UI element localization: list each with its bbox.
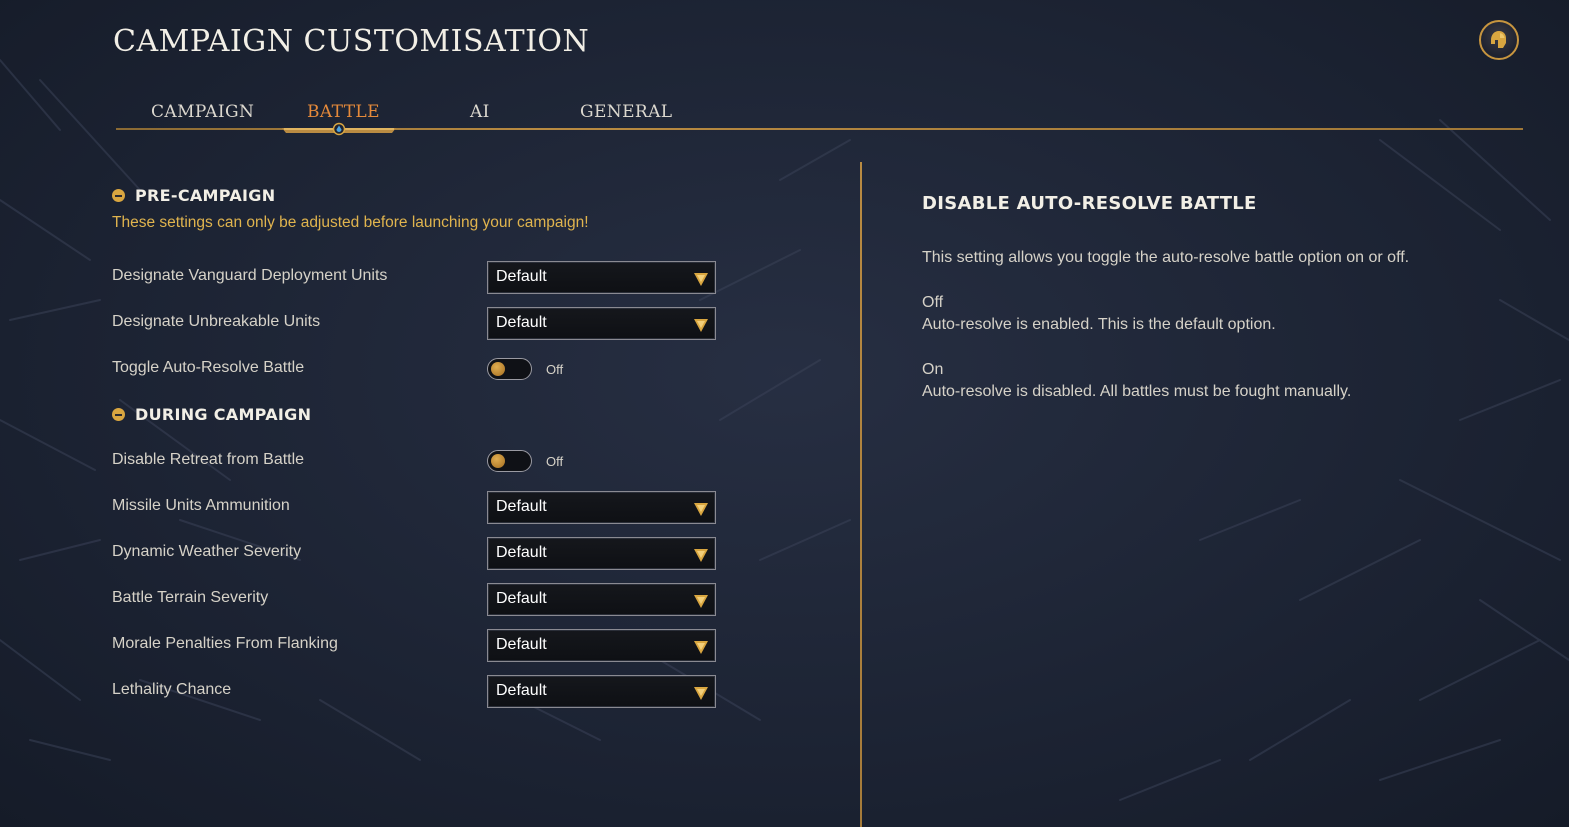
toggle-state: Off [546, 362, 564, 377]
toggle-state: Off [546, 454, 564, 469]
info-panel-title: Disable Auto-Resolve Battle [922, 193, 1257, 214]
setting-label: Battle Terrain Severity [112, 589, 269, 606]
chevron-down-icon [694, 319, 708, 332]
chevron-down-icon [694, 503, 708, 516]
dropdown-value: Default [496, 544, 547, 561]
dropdown-value: Default [496, 636, 547, 653]
section-title: Pre-Campaign [135, 186, 276, 205]
info-option-name: On [922, 361, 944, 378]
tab-ai[interactable]: AI [470, 102, 490, 122]
tab-campaign[interactable]: Campaign [151, 102, 254, 122]
chevron-down-icon [694, 273, 708, 286]
missile-ammunition-dropdown[interactable]: Default [487, 491, 716, 524]
collapse-icon [112, 408, 125, 421]
info-option-text: Auto-resolve is enabled. This is the def… [922, 316, 1276, 333]
setting-label: Toggle Auto-Resolve Battle [112, 359, 305, 376]
dropdown-value: Default [496, 682, 547, 699]
dropdown-value: Default [496, 268, 547, 285]
chevron-down-icon [694, 687, 708, 700]
disable-retreat-toggle[interactable] [487, 450, 532, 472]
info-panel-description: This setting allows you toggle the auto-… [922, 249, 1410, 266]
dropdown-value: Default [496, 314, 547, 331]
page-title: Campaign Customisation [113, 24, 590, 59]
dropdown-value: Default [496, 590, 547, 607]
helmet-button[interactable] [1479, 20, 1519, 60]
dropdown-value: Default [496, 498, 547, 515]
section-header-during-campaign[interactable]: During Campaign [112, 405, 311, 424]
tab-general[interactable]: General [580, 102, 672, 122]
chevron-down-icon [694, 549, 708, 562]
setting-label: Lethality Chance [112, 681, 232, 698]
flanking-penalties-dropdown[interactable]: Default [487, 629, 716, 662]
setting-label: Disable Retreat from Battle [112, 451, 305, 468]
tab-bar: Campaign Battle AI General [116, 96, 1523, 136]
tab-battle[interactable]: Battle [307, 102, 380, 122]
panel-divider [860, 162, 862, 827]
pre-campaign-warning: These settings can only be adjusted befo… [112, 214, 589, 231]
setting-label: Morale Penalties From Flanking [112, 635, 338, 652]
auto-resolve-toggle[interactable] [487, 358, 532, 380]
chevron-down-icon [694, 641, 708, 654]
weather-severity-dropdown[interactable]: Default [487, 537, 716, 570]
chevron-down-icon [694, 595, 708, 608]
collapse-icon [112, 189, 125, 202]
section-title: During Campaign [135, 405, 312, 424]
toggle-knob [491, 454, 505, 468]
setting-label: Designate Unbreakable Units [112, 313, 321, 330]
toggle-knob [491, 362, 505, 376]
lethality-chance-dropdown[interactable]: Default [487, 675, 716, 708]
section-header-pre-campaign[interactable]: Pre-Campaign [112, 186, 275, 205]
unbreakable-units-dropdown[interactable]: Default [487, 307, 716, 340]
setting-label: Missile Units Ammunition [112, 497, 290, 514]
active-tab-indicator [282, 122, 396, 136]
setting-label: Dynamic Weather Severity [112, 543, 302, 560]
info-option-text: Auto-resolve is disabled. All battles mu… [922, 383, 1352, 400]
terrain-severity-dropdown[interactable]: Default [487, 583, 716, 616]
setting-label: Designate Vanguard Deployment Units [112, 267, 388, 284]
helmet-icon [1491, 31, 1506, 48]
vanguard-deployment-dropdown[interactable]: Default [487, 261, 716, 294]
info-option-name: Off [922, 294, 944, 311]
